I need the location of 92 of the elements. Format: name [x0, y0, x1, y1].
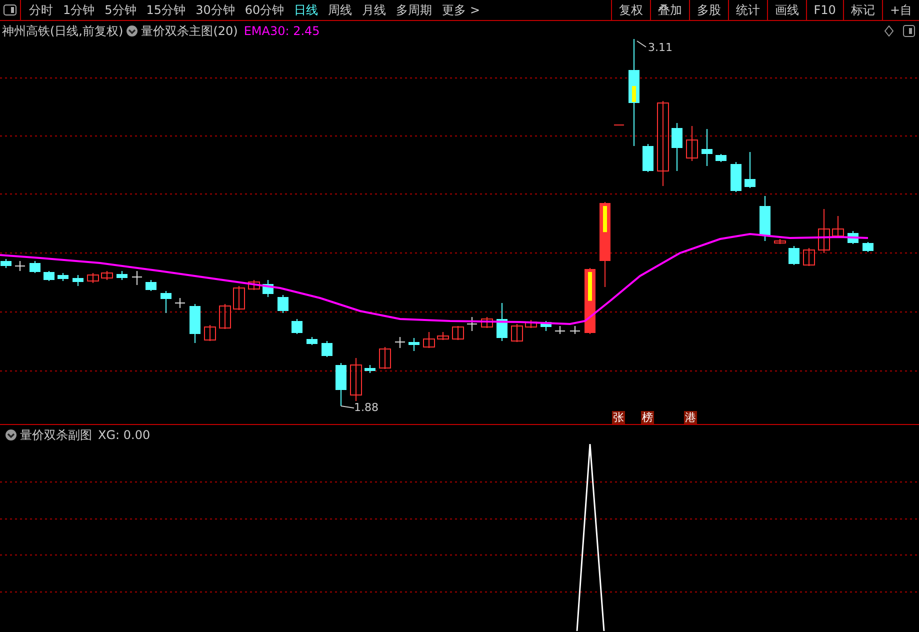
candlestick	[350, 358, 362, 402]
candlestick	[219, 304, 231, 330]
candlestick	[278, 294, 288, 314]
candlestick	[306, 336, 318, 346]
toolbar-button[interactable]: 多股	[688, 0, 728, 20]
candlestick	[58, 272, 68, 282]
candlestick	[30, 260, 40, 274]
candlestick	[672, 122, 682, 172]
panel-toggle-icon[interactable]	[3, 4, 17, 16]
leader-line	[340, 406, 354, 408]
period-tab[interactable]: 周线	[323, 0, 358, 20]
period-tab[interactable]: 分时	[24, 0, 58, 20]
candlestick	[204, 324, 216, 342]
candlestick	[540, 320, 552, 332]
candlestick	[496, 302, 508, 342]
panel-toggle-icon[interactable]	[903, 25, 915, 37]
candlestick	[862, 242, 874, 252]
diamond-icon[interactable]	[884, 25, 894, 37]
candlestick	[248, 280, 260, 290]
ema-value: EMA30: 2.45	[244, 23, 320, 40]
period-tab[interactable]: 15分钟	[141, 0, 191, 20]
period-tab[interactable]: 月线	[357, 0, 392, 20]
candlestick	[146, 280, 156, 292]
candlestick	[702, 128, 712, 166]
candlestick	[774, 238, 786, 244]
candlestick	[788, 246, 800, 266]
candlestick	[570, 326, 580, 334]
candlestick	[730, 162, 742, 192]
indicator-name: 量价双杀副图	[20, 427, 92, 444]
candlestick	[554, 326, 566, 334]
indicator-name: 量价双杀主图(20)	[141, 23, 238, 40]
candlestick	[466, 316, 478, 332]
candlestick	[190, 304, 200, 344]
candlestick	[744, 152, 756, 188]
candlestick	[292, 318, 302, 334]
chart-title: 神州高铁(日线,前复权)	[2, 23, 124, 40]
candlestick	[379, 346, 391, 370]
candlestick	[14, 260, 26, 272]
period-tab[interactable]: 60分钟	[240, 0, 290, 20]
candlestick	[584, 268, 596, 334]
dropdown-icon[interactable]	[5, 429, 17, 441]
candlestick	[101, 270, 113, 280]
candlestick	[511, 324, 523, 342]
toolbar-button[interactable]: F10	[806, 0, 843, 20]
candlestick	[437, 332, 449, 340]
period-tab[interactable]: 30分钟	[190, 0, 240, 20]
candlestick	[818, 208, 830, 254]
price-label: 3.11	[648, 40, 672, 56]
candlestick	[642, 144, 654, 172]
period-tab[interactable]: 多周期	[391, 0, 438, 20]
event-marker: 榜	[641, 411, 654, 424]
candlestick	[160, 290, 172, 314]
period-tab[interactable]: 5分钟	[100, 0, 142, 20]
event-marker: 张	[612, 411, 625, 424]
toolbar-button[interactable]: 复权	[610, 0, 650, 20]
period-tab[interactable]: 1分钟	[58, 0, 100, 20]
candlestick	[423, 332, 435, 348]
candlestick	[262, 280, 274, 298]
toolbar-button[interactable]: +自	[882, 0, 919, 20]
period-tab[interactable]: 更多 >	[437, 0, 485, 20]
event-marker: 港	[684, 411, 697, 424]
toolbar-button[interactable]: 标记	[842, 0, 882, 20]
dropdown-icon[interactable]	[126, 25, 138, 37]
candlestick	[803, 248, 815, 266]
candlestick	[525, 320, 537, 328]
candlestick	[0, 258, 12, 268]
candlestick	[408, 338, 420, 352]
candlestick	[132, 270, 142, 286]
period-tab[interactable]: 日线	[289, 0, 324, 20]
candlestick	[87, 272, 99, 284]
candlestick	[44, 270, 54, 282]
candlestick	[832, 216, 844, 238]
candlestick	[686, 126, 698, 162]
candlestick	[716, 154, 726, 162]
candlestick	[614, 124, 624, 126]
candlestick	[336, 362, 346, 406]
candlestick	[174, 298, 186, 308]
candlestick	[322, 340, 332, 358]
leader-line	[636, 40, 646, 48]
candlestick	[760, 196, 770, 242]
toolbar-button[interactable]: 统计	[728, 0, 767, 20]
candlestick	[394, 336, 406, 348]
candlestick	[116, 270, 128, 280]
candlestick	[364, 364, 376, 374]
price-label: 1.88	[354, 400, 378, 416]
candlestick	[233, 286, 245, 310]
toolbar-button[interactable]: 画线	[766, 0, 806, 20]
candlestick	[452, 326, 464, 340]
toolbar-button[interactable]: 叠加	[650, 0, 689, 20]
candlestick	[72, 274, 84, 286]
indicator-value: XG: 0.00	[98, 427, 150, 444]
candlestick	[481, 316, 493, 328]
